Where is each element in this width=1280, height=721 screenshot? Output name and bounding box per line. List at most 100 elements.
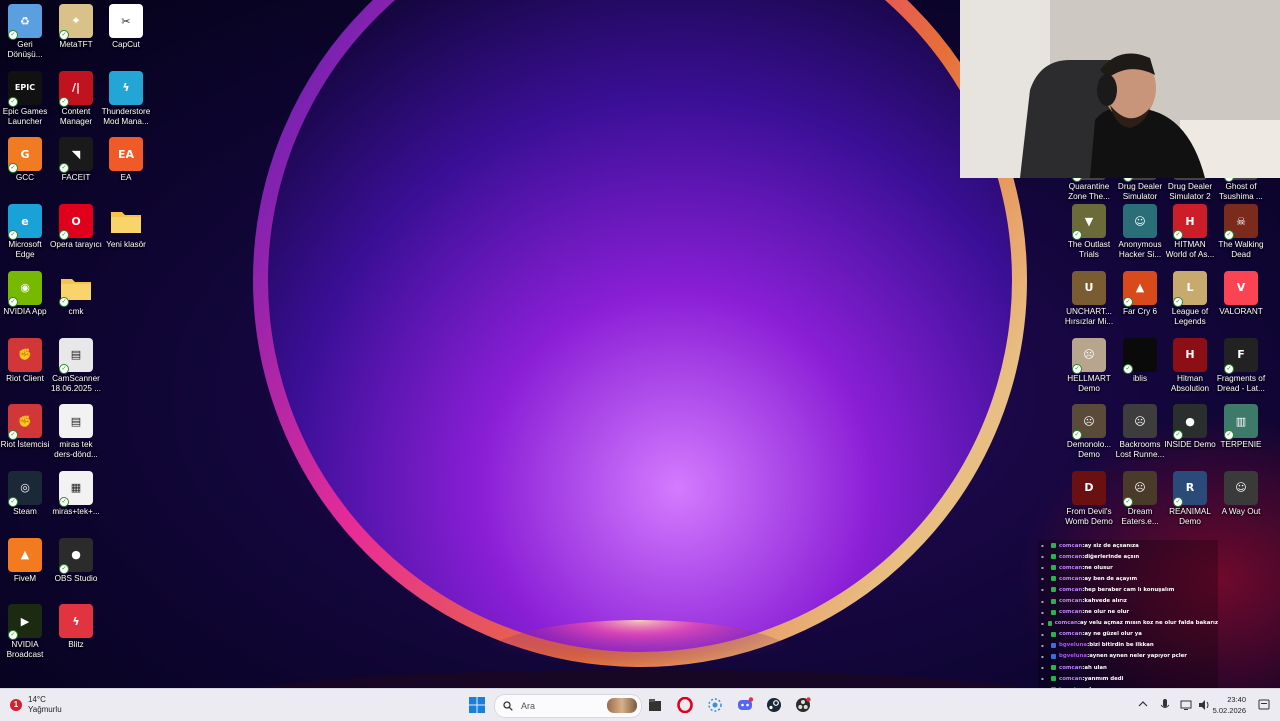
- sync-check-icon: ✓: [59, 496, 69, 507]
- terpenie-icon: ▥ ✓: [1224, 404, 1258, 441]
- desktop-icon-blitz[interactable]: ϟ Blitz: [50, 604, 102, 650]
- edge-icon: e ✓: [8, 204, 42, 241]
- desktop-icon-fragments[interactable]: F ✓ Fragments of Dread - Lat...: [1215, 337, 1267, 394]
- desktop-icon-epic[interactable]: EPIC ✓ Epic Games Launcher: [0, 70, 51, 127]
- desktop-icon-hitman-woa[interactable]: H ✓ HITMAN World of As...: [1164, 204, 1216, 260]
- desktop-icon-metatft[interactable]: ⌖ ✓ MetaTFT: [50, 4, 102, 50]
- desktop-icon-lol[interactable]: L ✓ League of Legends: [1164, 270, 1216, 327]
- desktop-icon-hitman-absolution[interactable]: H Hitman Absolution: [1164, 337, 1216, 394]
- desktop-icon-fivem[interactable]: ▲ FiveM: [0, 537, 51, 584]
- start-icon[interactable]: [468, 696, 486, 714]
- desktop-icon-ea[interactable]: EA EA: [100, 137, 152, 183]
- chat-timestamp-marker: ▪: [1041, 653, 1044, 659]
- desktop-icon-dream-eaters[interactable]: ☹ ✓ Dream Eaters.e...: [1114, 470, 1166, 527]
- anonymous-hacker-icon: ☺: [1123, 204, 1157, 239]
- desktop-icon-label: League of Legends: [1171, 306, 1209, 326]
- desktop-icon-recycle[interactable]: ♻ ✓ Geri Dönüşü...: [0, 4, 51, 60]
- desktop-icon-label: Drug Dealer Simulator: [1117, 182, 1163, 201]
- farcry6-icon: ▲ ✓: [1123, 270, 1157, 307]
- desktop-icon-riot-istemcisi[interactable]: ✊ ✓ Riot İstemcisi: [0, 404, 51, 450]
- sync-check-icon: ✓: [59, 30, 69, 40]
- file-explorer-icon[interactable]: [646, 696, 664, 714]
- notification-icon[interactable]: [1258, 699, 1270, 711]
- desktop-icon-miras-tek[interactable]: ▤ miras tek ders-dönd...: [50, 404, 102, 460]
- sync-check-icon: ✓: [59, 96, 69, 107]
- desktop-icon-edge[interactable]: e ✓ Microsoft Edge: [0, 204, 51, 260]
- desktop-icon-iblis[interactable]: ✓ iblis: [1114, 337, 1166, 384]
- desktop-icon-thunderstore[interactable]: ϟ Thunderstore Mod Mana...: [100, 70, 152, 127]
- desktop-icon-outlast[interactable]: ▼ ✓ The Outlast Trials: [1063, 204, 1115, 260]
- chat-badge-icon: [1051, 587, 1056, 593]
- miras-tek-plus-icon: ▦ ✓: [59, 470, 93, 507]
- desktop-icon-label: EA: [120, 173, 132, 183]
- desktop-icon-folder-yeni[interactable]: Yeni klasör: [100, 204, 152, 250]
- sync-check-icon: ✓: [59, 563, 69, 574]
- desktop-icon-capcut[interactable]: ✂ CapCut: [100, 4, 152, 50]
- taskbar-clock[interactable]: 23:40 5.02.2026: [1213, 694, 1246, 716]
- desktop-icon-label: Riot Client: [6, 373, 44, 383]
- desktop-icon-devils-womb[interactable]: D From Devil's Womb Demo: [1063, 470, 1115, 527]
- chat-badge-icon: [1051, 565, 1056, 571]
- taskbar-search-box[interactable]: Ara: [494, 694, 642, 718]
- clock-date: 5.02.2026: [1212, 706, 1246, 715]
- weather-temperature: 14°C: [28, 695, 46, 704]
- desktop-icon-camscanner[interactable]: ▤ ✓ CamScanner 18.06.2025 ...: [50, 337, 102, 394]
- desktop-icon-cmk[interactable]: ✓ cmk: [50, 271, 102, 317]
- desktop-icon-demonologist[interactable]: ☹ ✓ Demonolo... Demo: [1063, 404, 1115, 460]
- weather-widget[interactable]: 1 14°C Yağmurlu: [10, 693, 62, 717]
- discord-icon[interactable]: [736, 696, 754, 714]
- desktop-icon-reanimal[interactable]: R ✓ REANIMAL Demo: [1164, 470, 1216, 527]
- chat-badge-icon: [1051, 554, 1056, 560]
- desktop-icon-uncharted[interactable]: U UNCHART... Hırsızlar Mi...: [1063, 270, 1115, 327]
- desktop-icon-riot-client[interactable]: ✊ Riot Client: [0, 337, 51, 384]
- chat-timestamp-marker: ▪: [1041, 598, 1044, 604]
- sync-check-icon: ✓: [1224, 363, 1234, 374]
- chat-badge-icon: [1051, 642, 1056, 648]
- opera-icon[interactable]: [676, 696, 694, 714]
- desktop-icon-farcry6[interactable]: ▲ ✓ Far Cry 6: [1114, 270, 1166, 317]
- microphone-icon[interactable]: [1160, 698, 1170, 712]
- chat-text: yanmım dedi: [1084, 675, 1124, 682]
- obs-icon[interactable]: [794, 696, 812, 714]
- chat-message: ▪ comcan : ay ne güzel olur ya: [1038, 629, 1218, 640]
- chat-username: comcan: [1054, 620, 1078, 627]
- walking-dead-icon: ☠ ✓: [1224, 204, 1258, 241]
- desktop-icon-opera[interactable]: O ✓ Opera tarayıcı: [50, 204, 102, 250]
- network-app-icon[interactable]: [706, 696, 724, 714]
- desktop-icon-miras-tek-plus[interactable]: ▦ ✓ miras+tek+...: [50, 470, 102, 517]
- desktop-icon-walking-dead[interactable]: ☠ ✓ The Walking Dead: [1215, 204, 1267, 260]
- desktop-icon-label: REANIMAL Demo: [1169, 506, 1211, 526]
- desktop-icon-terpenie[interactable]: ▥ ✓ TERPENIE: [1215, 404, 1267, 450]
- desktop-icon-obs[interactable]: ● ✓ OBS Studio: [50, 537, 102, 584]
- desktop-icon-gcc[interactable]: G ✓ GCC: [0, 137, 51, 183]
- desktop-icon-faceit[interactable]: ◥ ✓ FACEIT: [50, 137, 102, 183]
- sync-check-icon: ✓: [8, 30, 18, 40]
- riot-client-icon: ✊: [8, 337, 42, 372]
- desktop-icon-nvidia-app[interactable]: ◉ ✓ NVIDIA App: [0, 270, 51, 317]
- search-placeholder: Ara: [521, 701, 536, 711]
- sync-check-icon: ✓: [1072, 230, 1082, 241]
- a-way-out-icon: ☺: [1224, 470, 1258, 505]
- desktop-icon-hellmart[interactable]: ☹ ✓ HELLMART Demo: [1063, 337, 1115, 394]
- network-icon[interactable]: [1180, 699, 1192, 711]
- desktop-icon-label: Backrooms Lost Runne...: [1115, 440, 1165, 460]
- volume-icon[interactable]: [1198, 699, 1210, 711]
- steam-icon[interactable]: [765, 696, 783, 714]
- stream-chat-overlay: ▪ comcan : ay siz de açsanıza ▪ comcan : di…: [1038, 540, 1218, 690]
- desktop-icon-inside[interactable]: ● ✓ INSIDE Demo: [1164, 404, 1216, 450]
- fivem-icon: ▲: [8, 537, 42, 572]
- desktop-icon-anonymous-hacker[interactable]: ☺ Anonymous Hacker Si...: [1114, 204, 1166, 260]
- sync-check-icon: ✓: [8, 230, 18, 241]
- chat-badge-icon: [1051, 665, 1056, 671]
- desktop-icon-backrooms[interactable]: ☹ Backrooms Lost Runne...: [1114, 404, 1166, 460]
- desktop-icon-label: HITMAN World of As...: [1165, 240, 1215, 260]
- desktop-icon-content-manager[interactable]: /| ✓ Content Manager: [50, 70, 102, 127]
- desktop-icon-nvidia-broadcast[interactable]: ▶ ✓ NVIDIA Broadcast: [0, 604, 51, 660]
- desktop-icon-steam[interactable]: ◎ ✓ Steam: [0, 470, 51, 517]
- sync-check-icon: ✓: [59, 296, 69, 307]
- chevron-up-icon[interactable]: [1138, 700, 1148, 708]
- chat-message: ▪ comcan : ne olur ne olur: [1038, 607, 1218, 618]
- desktop-icon-valorant[interactable]: V VALORANT: [1215, 270, 1267, 317]
- desktop-icon-a-way-out[interactable]: ☺ A Way Out: [1215, 470, 1267, 517]
- desktop-icon-label: VALORANT: [1219, 306, 1263, 316]
